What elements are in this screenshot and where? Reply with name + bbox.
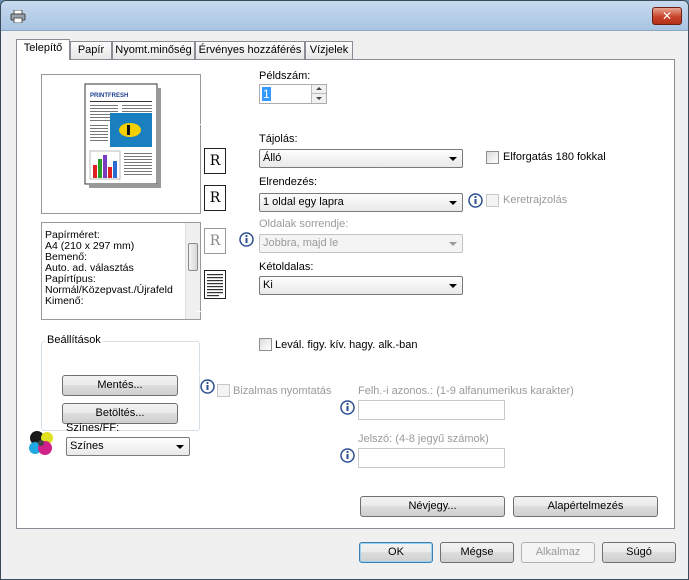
save-button[interactable]: Mentés... [62, 375, 178, 396]
defaults-button[interactable]: Alapértelmezés [513, 496, 658, 517]
preview-document-image: PRINTFRESH [84, 83, 161, 188]
duplex-document-icon [204, 270, 226, 299]
layout-select[interactable]: 1 oldal egy lapra [259, 193, 463, 212]
tab-setup[interactable]: Telepítő [16, 39, 70, 60]
tab-valid-access[interactable]: Érvényes hozzáférés [195, 41, 305, 59]
divider [33, 483, 658, 484]
load-button[interactable]: Betöltés... [62, 403, 178, 424]
page-order-icon: R [204, 228, 226, 254]
settings-group-label: Beállítások [45, 334, 103, 346]
confidential-label: Bizalmas nyomtatás [233, 385, 332, 397]
color-mode-label: Színes/FF: [66, 422, 120, 434]
user-id-label: Felh.-i azonos.: (1-9 alfanumerikus kara… [358, 385, 574, 397]
page-order-select[interactable]: Jobbra, majd le [259, 234, 463, 253]
user-id-input[interactable] [358, 400, 505, 420]
tab-print-quality[interactable]: Nyomt.minőség [112, 41, 195, 59]
printer-properties-window: ✕ Telepítő Papír Nyomt.minőség Érvényes … [0, 0, 689, 580]
chevron-down-icon [449, 284, 457, 288]
info-icon[interactable] [340, 400, 355, 415]
summary-scrollbar[interactable] [185, 223, 200, 319]
divider [197, 374, 657, 375]
confidential-checkbox[interactable] [217, 384, 230, 397]
about-button[interactable]: Névjegy... [360, 496, 505, 517]
summary-line: Kimenő: [45, 295, 84, 307]
info-icon[interactable] [200, 379, 215, 394]
chevron-down-icon [449, 242, 457, 246]
divider [197, 311, 657, 312]
layout-icon: R [204, 185, 226, 211]
rotate-180-label: Elforgatás 180 fokkal [503, 151, 606, 163]
rotate-180-checkbox[interactable] [486, 151, 499, 164]
chevron-down-icon [449, 157, 457, 161]
scrollbar-thumb[interactable] [188, 243, 198, 271]
info-icon[interactable] [340, 448, 355, 463]
page-preview: PRINTFRESH [41, 74, 201, 214]
orientation-select[interactable]: Álló [259, 149, 463, 168]
ok-button[interactable]: OK [359, 542, 433, 563]
orientation-portrait-icon: R [204, 148, 226, 174]
color-drops-icon [29, 431, 53, 455]
info-icon[interactable] [468, 193, 483, 208]
copies-down-arrow[interactable] [311, 94, 326, 103]
envelope-checkbox[interactable] [259, 338, 272, 351]
cancel-button[interactable]: Mégse [440, 542, 514, 563]
duplex-label: Kétoldalas: [259, 261, 314, 273]
info-icon[interactable] [239, 232, 254, 247]
dialog-content: Telepítő Papír Nyomt.minőség Érvényes ho… [8, 31, 681, 573]
border-checkbox[interactable] [486, 194, 499, 207]
tab-watermarks[interactable]: Vízjelek [305, 41, 353, 59]
printer-icon [10, 10, 26, 23]
layout-label: Elrendezés: [259, 176, 318, 188]
help-button[interactable]: Súgó [602, 542, 676, 563]
chevron-down-icon [176, 445, 184, 449]
chevron-down-icon [449, 201, 457, 205]
setup-panel: PRINTFRESH Papírméret: A4 (210 x 297 mm)… [16, 59, 675, 529]
page-order-label: Oldalak sorrendje: [259, 218, 349, 230]
color-mode-select[interactable]: Színes [66, 437, 190, 456]
divider [197, 124, 657, 125]
copies-up-arrow[interactable] [311, 85, 326, 94]
apply-button[interactable]: Alkalmaz [521, 542, 595, 563]
password-label: Jelszó: (4-8 jegyű számok) [358, 433, 489, 445]
password-input[interactable] [358, 448, 505, 468]
orientation-label: Tájolás: [259, 133, 298, 145]
settings-summary-list: Papírméret: A4 (210 x 297 mm) Bemenő: Au… [41, 222, 201, 320]
close-button[interactable]: ✕ [652, 7, 682, 25]
envelope-label: Levál. figy. kív. hagy. alk.-ban [275, 339, 418, 351]
tab-paper[interactable]: Papír [70, 41, 112, 59]
copies-input[interactable]: 1 [259, 84, 327, 104]
duplex-select[interactable]: Ki [259, 276, 463, 295]
copies-label: Példszám: [259, 70, 311, 82]
svg-text:PRINTFRESH: PRINTFRESH [90, 93, 128, 99]
title-bar: ✕ [1, 1, 688, 31]
border-label: Keretrajzolás [503, 194, 568, 206]
